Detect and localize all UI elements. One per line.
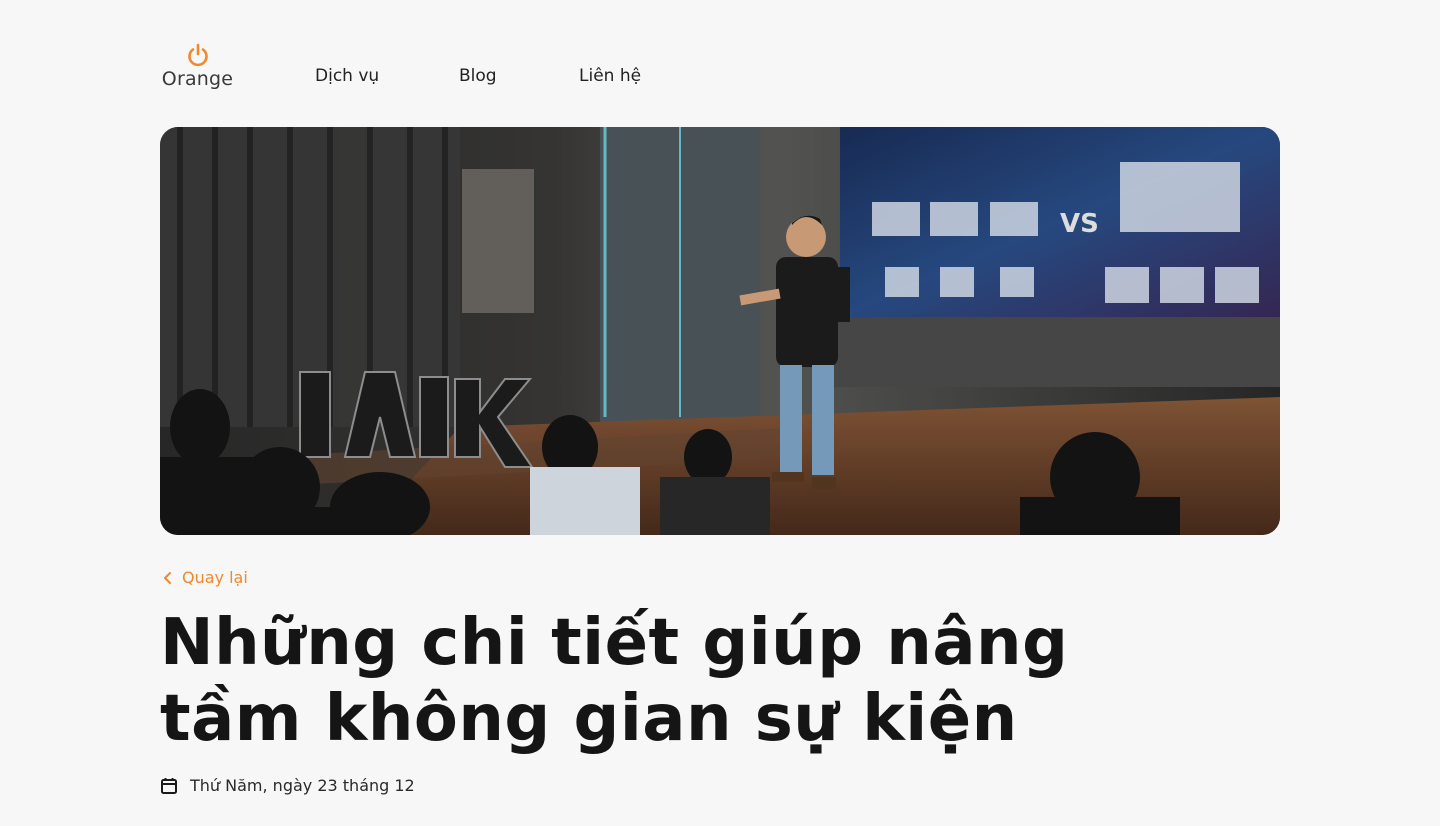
article-date: Thứ Năm, ngày 23 tháng 12: [160, 776, 415, 795]
article-title: Những chi tiết giúp nâng tầm không gian …: [160, 606, 1069, 756]
hero-image: VS: [160, 127, 1280, 535]
calendar-icon: [161, 777, 177, 794]
nav-item-blog[interactable]: Blog: [459, 66, 497, 86]
article-date-text: Thứ Năm, ngày 23 tháng 12: [190, 776, 415, 795]
power-icon: [187, 43, 208, 67]
chevron-left-icon: [164, 571, 171, 584]
back-link-label: Quay lại: [182, 568, 248, 587]
brand-name: Orange: [161, 68, 234, 90]
nav-item-contact[interactable]: Liên hệ: [579, 66, 641, 86]
nav-item-services[interactable]: Dịch vụ: [315, 66, 379, 86]
site-header: Orange Dịch vụ Blog Liên hệ: [160, 40, 641, 96]
back-link[interactable]: Quay lại: [162, 568, 248, 587]
brand-logo[interactable]: Orange: [160, 42, 235, 94]
